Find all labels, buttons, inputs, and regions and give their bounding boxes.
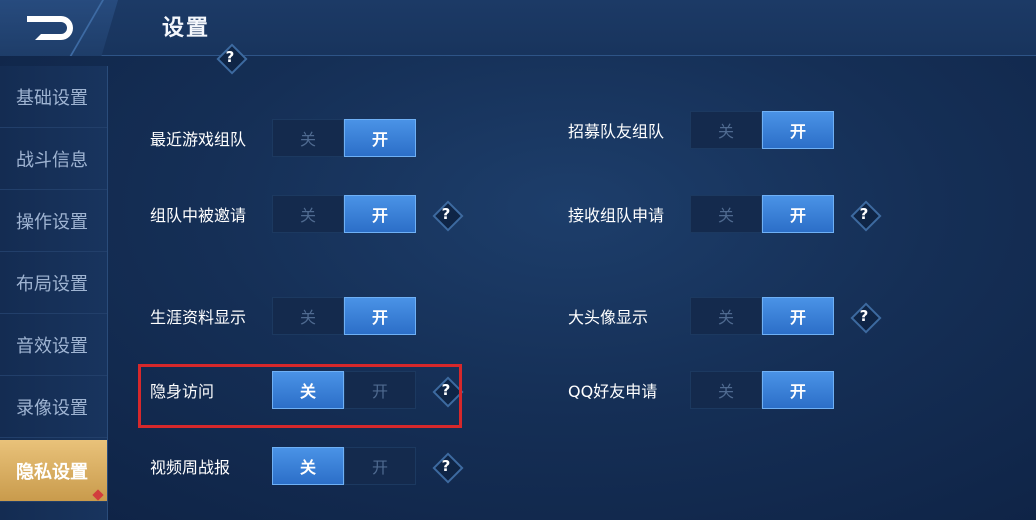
settings-panel: 最近游戏组队 关 开 组队中被邀请 关 开 ? 生涯资料显示 关 开 隐身访问 <box>110 56 1036 520</box>
setting-label: QQ好友申请 <box>568 382 658 401</box>
sidebar: 基础设置 战斗信息 操作设置 布局设置 音效设置 录像设置 隐私设置 <box>0 66 108 520</box>
toggle-on-option[interactable]: 开 <box>344 447 416 485</box>
toggle-on-option[interactable]: 开 <box>762 195 834 233</box>
help-icon[interactable]: ? <box>432 200 460 228</box>
sidebar-item-replay[interactable]: 录像设置 <box>0 376 107 438</box>
highlight-frame <box>138 364 462 428</box>
setting-toggle: 关 开 <box>272 195 416 233</box>
setting-row: 最近游戏组队 关 开 <box>150 118 416 158</box>
setting-label: 生涯资料显示 <box>150 308 247 327</box>
sidebar-item-battle-info[interactable]: 战斗信息 <box>0 128 107 190</box>
toggle-off-option[interactable]: 关 <box>690 111 762 149</box>
sidebar-item-layout[interactable]: 布局设置 <box>0 252 107 314</box>
toggle-on-option[interactable]: 开 <box>344 119 416 157</box>
toggle-off-option[interactable]: 关 <box>690 371 762 409</box>
setting-toggle: 关 开 <box>690 297 834 335</box>
toggle-on-option[interactable]: 开 <box>344 297 416 335</box>
toggle-on-option[interactable]: 开 <box>762 297 834 335</box>
sidebar-item-privacy[interactable]: 隐私设置 <box>0 440 107 502</box>
setting-row: 招募队友组队 关 开 <box>568 110 834 150</box>
sidebar-item-basic[interactable]: 基础设置 <box>0 66 107 128</box>
setting-toggle: 关 开 <box>690 111 834 149</box>
setting-row: 接收组队申请 关 开 ? <box>568 194 878 234</box>
setting-row: 生涯资料显示 关 开 <box>150 296 416 336</box>
toggle-off-option[interactable]: 关 <box>272 297 344 335</box>
toggle-off-option[interactable]: 关 <box>272 447 344 485</box>
setting-label: 视频周战报 <box>150 458 231 477</box>
setting-label: 招募队友组队 <box>568 122 665 141</box>
setting-row: 大头像显示 关 开 ? <box>568 296 878 336</box>
setting-row: 组队中被邀请 关 开 ? <box>150 194 460 234</box>
help-mark: ? <box>441 205 451 223</box>
help-mark: ? <box>441 457 451 475</box>
sidebar-item-sound[interactable]: 音效设置 <box>0 314 107 376</box>
help-mark: ? <box>859 205 869 223</box>
toggle-off-option[interactable]: 关 <box>272 195 344 233</box>
toggle-off-option[interactable]: 关 <box>690 297 762 335</box>
setting-toggle: 关 开 <box>272 119 416 157</box>
setting-toggle: 关 开 <box>690 195 834 233</box>
toggle-off-option[interactable]: 关 <box>690 195 762 233</box>
back-button[interactable] <box>0 0 118 56</box>
toggle-on-option[interactable]: 开 <box>762 371 834 409</box>
back-arrow-icon <box>27 16 73 40</box>
help-icon[interactable]: ? <box>850 200 878 228</box>
setting-row: 视频周战报 关 开 ? <box>150 446 460 486</box>
toggle-off-option[interactable]: 关 <box>272 119 344 157</box>
setting-toggle: 关 开 <box>272 447 416 485</box>
toggle-on-option[interactable]: 开 <box>344 195 416 233</box>
help-icon[interactable]: ? <box>432 452 460 480</box>
setting-label: 最近游戏组队 <box>150 130 247 149</box>
top-bar: 设置 <box>0 0 1036 56</box>
settings-screen: 设置 ? 基础设置 战斗信息 操作设置 布局设置 音效设置 录像设置 隐私设置 … <box>0 0 1036 520</box>
setting-label: 大头像显示 <box>568 308 649 327</box>
setting-toggle: 关 开 <box>272 297 416 335</box>
help-mark: ? <box>859 307 869 325</box>
setting-label: 组队中被邀请 <box>150 206 247 225</box>
help-icon[interactable]: ? <box>850 302 878 330</box>
setting-row: QQ好友申请 关 开 <box>568 370 834 410</box>
toggle-on-option[interactable]: 开 <box>762 111 834 149</box>
setting-label: 接收组队申请 <box>568 206 665 225</box>
page-title: 设置 <box>162 16 211 41</box>
setting-toggle: 关 开 <box>690 371 834 409</box>
sidebar-item-controls[interactable]: 操作设置 <box>0 190 107 252</box>
